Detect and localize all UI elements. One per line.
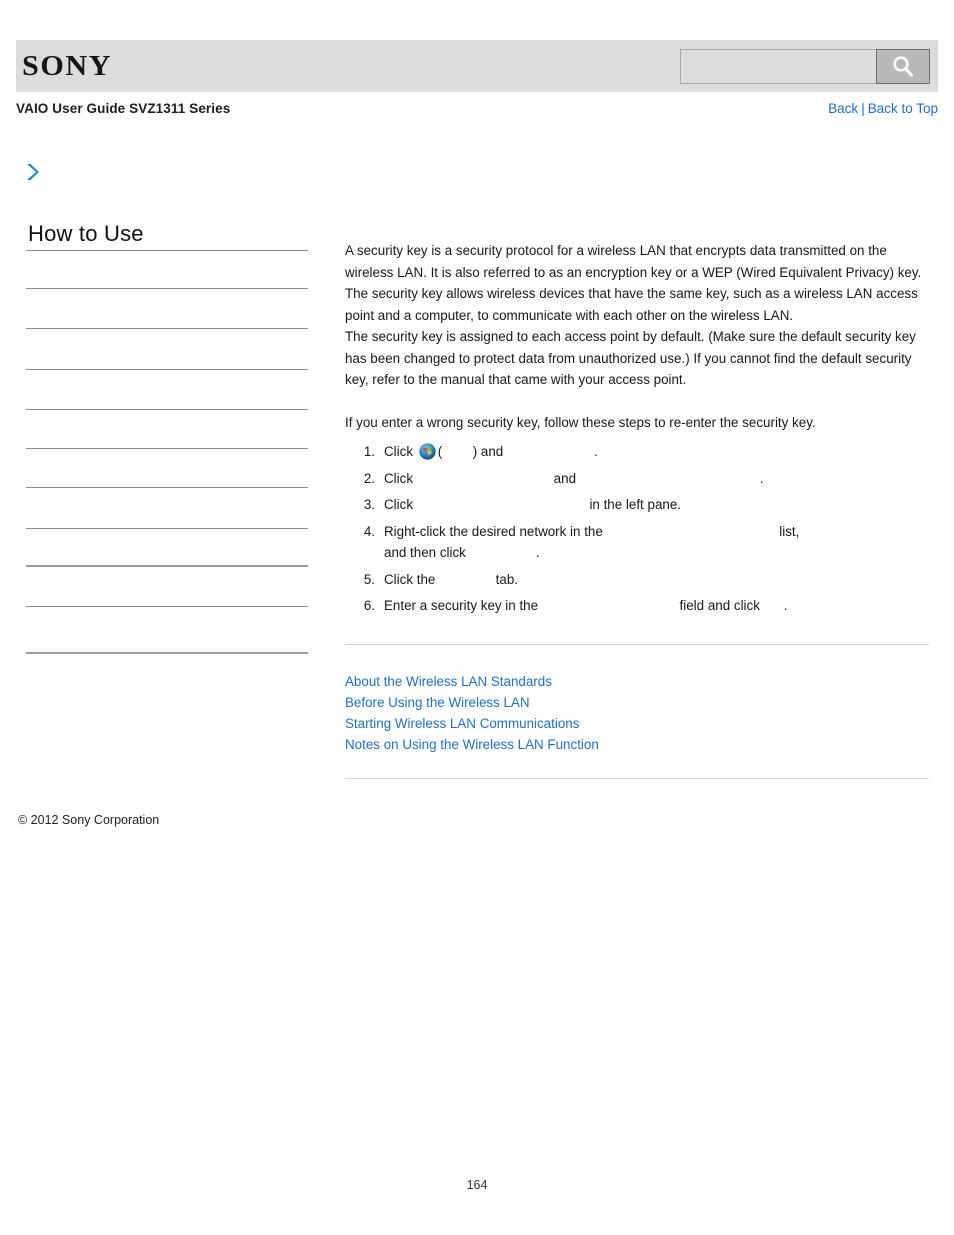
step-line2-suffix: . xyxy=(535,545,540,560)
sony-logo: SONY xyxy=(22,50,113,82)
step-text-prefix: Right-click the desired network in the xyxy=(384,523,603,539)
step-text-prefix: Click the xyxy=(384,571,436,587)
related-link-1[interactable]: Before Using the Wireless LAN xyxy=(345,692,530,713)
step-number: 5. xyxy=(363,571,375,587)
paragraph-2: The security key is assigned to each acc… xyxy=(345,329,916,387)
sidebar-divider-thick xyxy=(26,652,308,654)
search-area xyxy=(680,49,930,84)
windows-start-orb-icon[interactable] xyxy=(419,443,436,460)
list-item: Notes on Using the Wireless LAN Function xyxy=(345,734,929,755)
related-link-2[interactable]: Starting Wireless LAN Communications xyxy=(345,713,579,734)
sidebar-item-4[interactable] xyxy=(26,410,308,448)
step-suffix: list, xyxy=(779,523,800,539)
page-number: 164 xyxy=(466,1178,488,1192)
step-item: 5.Click the Security tab. xyxy=(345,569,929,591)
header-band: SONY xyxy=(16,40,938,92)
step-middle: and xyxy=(553,470,577,486)
related-link-3[interactable]: Notes on Using the Wireless LAN Function xyxy=(345,734,599,755)
sidebar-item-6[interactable] xyxy=(26,488,308,528)
step-text-prefix: Click xyxy=(384,444,414,459)
sidebar-item-7[interactable] xyxy=(26,529,308,565)
step-number: 3. xyxy=(363,497,375,512)
list-item: Starting Wireless LAN Communications xyxy=(345,713,929,734)
sidebar-item-2[interactable] xyxy=(26,329,308,369)
sidebar-item-8[interactable] xyxy=(26,567,308,606)
back-to-top-link[interactable]: Back to Top xyxy=(868,101,938,116)
step-close-paren: ) and xyxy=(472,444,504,459)
list-item: About the Wireless LAN Standards xyxy=(345,671,929,692)
content-divider-bottom xyxy=(345,777,929,779)
step-suffix: tab. xyxy=(495,571,519,587)
sidebar-item-1[interactable] xyxy=(26,289,308,328)
related-links-list: About the Wireless LAN Standards Before … xyxy=(345,671,929,755)
step-item: 4. Right-click the desired network in the… xyxy=(345,521,929,564)
search-input[interactable] xyxy=(680,49,876,84)
related-link-0[interactable]: About the Wireless LAN Standards xyxy=(345,671,552,692)
sidebar-item-5[interactable] xyxy=(26,449,308,487)
paragraph-1: The security key allows wireless devices… xyxy=(345,286,918,323)
back-link[interactable]: Back xyxy=(828,101,858,116)
step-number: 2. xyxy=(363,470,375,486)
step-item: 1.Click (Start) and C xyxy=(345,441,929,463)
step-number: 6. xyxy=(363,598,375,613)
step-suffix: . xyxy=(759,470,764,486)
step-suffix: . xyxy=(783,598,788,613)
step-item: 6.Enter a security key in the Network se… xyxy=(345,595,929,617)
main-content: A security key is a security protocol fo… xyxy=(345,240,929,779)
step-text-prefix: Click xyxy=(384,497,414,512)
step-item: 3.Click Manage wireless networks in the … xyxy=(345,494,929,516)
step-number: 4. xyxy=(363,523,375,539)
step-number: 1. xyxy=(363,444,375,459)
step-open-paren: ( xyxy=(437,444,443,459)
sidebar-item-0[interactable] xyxy=(26,251,308,288)
paragraph-0: A security key is a security protocol fo… xyxy=(345,243,922,280)
sidebar-item-9[interactable] xyxy=(26,607,308,652)
step-suffix: . xyxy=(594,444,598,459)
step-text-prefix: Click xyxy=(384,470,414,486)
chevron-right-icon[interactable] xyxy=(24,162,42,182)
step-text-prefix: Enter a security key in the xyxy=(384,598,539,613)
steps-intro: If you enter a wrong security key, follo… xyxy=(345,414,816,430)
step-item: 2.Click Network and Internet and Network… xyxy=(345,468,929,490)
copyright-notice: © 2012 Sony Corporation xyxy=(18,813,160,827)
sidebar-title: How to Use xyxy=(28,221,144,246)
link-separator: | xyxy=(861,101,865,116)
list-item: Before Using the Wireless LAN xyxy=(345,692,929,713)
sidebar: How to Use xyxy=(26,220,308,654)
page-title: VAIO User Guide SVZ1311 Series xyxy=(16,101,231,116)
step-middle: field and click xyxy=(679,598,760,613)
sidebar-item-3[interactable] xyxy=(26,370,308,409)
search-button[interactable] xyxy=(876,49,930,84)
search-icon xyxy=(890,54,916,80)
steps-list: 1.Click (Start) and C xyxy=(345,441,929,617)
step-suffix: in the left pane. xyxy=(589,497,682,512)
step-line2-prefix: and then click xyxy=(384,545,466,560)
header-links: Back | Back to Top xyxy=(828,101,938,116)
